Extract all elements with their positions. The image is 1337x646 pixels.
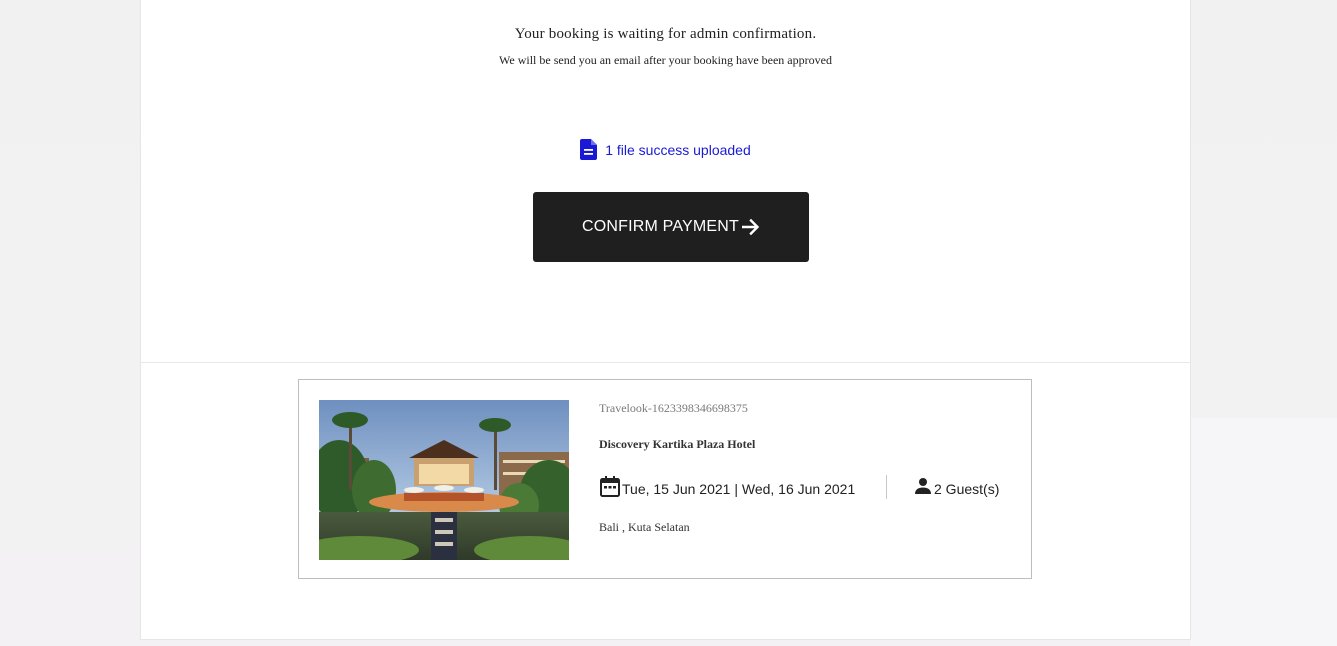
stay-dates-text: Tue, 15 Jun 2021 | Wed, 16 Jun 2021 [622,481,856,497]
confirm-payment-button[interactable]: CONFIRM PAYMENT [533,192,809,262]
stay-dates: Tue, 15 Jun 2021 | Wed, 16 Jun 2021 [600,476,855,502]
arrow-right-icon [739,218,760,236]
upload-status: 1 file success uploaded [141,139,1190,160]
guest-count-text: 2 Guest(s) [934,480,1000,497]
status-title: Your booking is waiting for admin confir… [514,26,817,42]
person-icon [914,477,932,500]
upload-status-text: 1 file success uploaded [605,141,751,158]
document-icon [580,139,598,160]
hotel-location: Bali , Kuta Selatan [599,520,690,534]
confirm-payment-label: CONFIRM PAYMENT [581,218,740,235]
status-subtitle: We will be send you an email after your … [499,53,832,67]
info-separator [886,475,887,499]
hotel-name: Discovery Kartika Plaza Hotel [599,437,756,451]
booking-id: Travelook-1623398346698375 [599,401,748,415]
page-background-accent [1190,418,1337,646]
booking-confirmation-panel: Your booking is waiting for admin confir… [140,0,1191,640]
guest-count: 2 Guest(s) [914,477,999,500]
calendar-icon [600,476,620,502]
booking-summary-card: Travelook-1623398346698375 Discovery Kar… [298,379,1032,579]
hotel-image [319,400,569,560]
section-divider [141,362,1190,363]
